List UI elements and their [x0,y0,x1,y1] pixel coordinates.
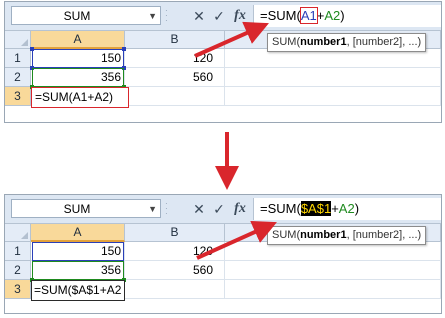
pointer-arrow-icon [196,220,277,260]
pointer-arrow-icon [194,21,269,58]
annotation-arrows [194,21,277,260]
